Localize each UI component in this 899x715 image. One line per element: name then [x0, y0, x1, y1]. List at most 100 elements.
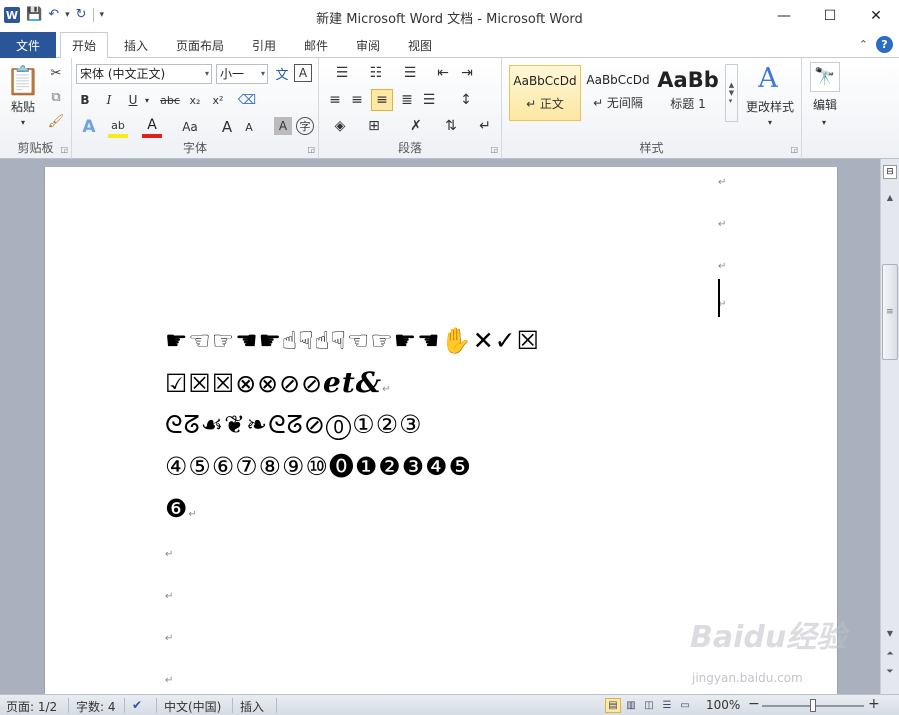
underline-dropdown-icon[interactable]: ▾ [142, 91, 152, 109]
font-color-icon[interactable]: A [142, 116, 162, 138]
change-case-button[interactable]: Aa [178, 116, 202, 138]
bold-button[interactable]: B [76, 91, 94, 109]
font-group-label: 字体 [182, 141, 207, 155]
minimize-button[interactable]: — [761, 0, 807, 32]
italic-button[interactable]: I [100, 91, 118, 109]
grow-font-button[interactable]: A [218, 116, 236, 138]
word-count[interactable]: 字数: 4 [76, 698, 116, 715]
sort-icon[interactable]: ⇅ [441, 116, 461, 136]
bullets-icon[interactable]: ☰ [327, 64, 357, 82]
view-ruler-icon[interactable]: ⊟ [883, 165, 897, 179]
font-name-combo[interactable]: 宋体 (中文正文) ▾ [76, 64, 212, 84]
styles-launcher-icon[interactable]: ◲ [790, 145, 798, 154]
copy-icon[interactable]: ⧉ [46, 88, 66, 106]
next-page-icon[interactable]: ⏷ [881, 667, 899, 677]
strikethrough-button[interactable]: abc [158, 91, 182, 109]
paragraph-mark: ↵ [165, 549, 174, 560]
tab-review[interactable]: 审阅 [348, 32, 388, 58]
find-icon[interactable]: 🔭 [810, 62, 840, 92]
help-icon[interactable]: ? [876, 36, 893, 53]
change-styles-button[interactable]: 更改样式 [742, 98, 798, 114]
borders-icon[interactable]: ⊞ [359, 116, 389, 136]
char-border-icon[interactable]: A [294, 64, 312, 82]
close-button[interactable]: ✕ [853, 0, 899, 32]
cut-icon[interactable]: ✂ [46, 64, 66, 82]
symbol-line-5[interactable]: ❻↵ [165, 493, 198, 531]
format-painter-icon[interactable]: 🖌 [46, 112, 66, 130]
zoom-in-button[interactable]: + [868, 696, 880, 712]
scroll-up-icon[interactable]: ▲ [881, 193, 899, 202]
shrink-font-button[interactable]: A [240, 116, 258, 138]
language-indicator[interactable]: 中文(中国) [164, 698, 221, 715]
font-size-dropdown-icon[interactable]: ▾ [261, 65, 265, 83]
tab-insert[interactable]: 插入 [114, 32, 158, 58]
symbol-line-2[interactable]: ☑☒☒⊗⊗⊘⊘et&↵ [165, 367, 391, 406]
web-layout-icon[interactable]: ◫ [641, 698, 657, 713]
symbol-line-3[interactable]: ᘓᘔ☙❦❧ᘓᘔ⊘⓪①②③ [165, 409, 423, 441]
show-marks-icon[interactable]: ↵ [475, 116, 495, 136]
shading-icon[interactable]: ◈ [325, 116, 355, 136]
paste-button[interactable]: 粘贴 [4, 98, 42, 114]
change-styles-dropdown-icon[interactable]: ▾ [764, 116, 776, 128]
tab-references[interactable]: 引用 [244, 32, 284, 58]
editing-dropdown-icon[interactable]: ▾ [818, 116, 830, 128]
increase-indent-icon[interactable]: ⇥ [457, 64, 477, 82]
outline-view-icon[interactable]: ☰ [659, 698, 675, 713]
align-left-icon[interactable]: ≡ [325, 90, 345, 110]
full-screen-reading-icon[interactable]: ▥ [623, 698, 639, 713]
line-spacing-icon[interactable]: ↕ [451, 90, 481, 110]
distributed-icon[interactable]: ☰ [419, 90, 439, 110]
print-layout-view-icon[interactable]: ▤ [605, 698, 621, 713]
justify-icon[interactable]: ≣ [397, 90, 417, 110]
font-size-combo[interactable]: 小一 ▾ [216, 64, 268, 84]
style-no-spacing[interactable]: AaBbCcDd ↵ 无间隔 [582, 65, 654, 121]
paragraph-launcher-icon[interactable]: ◲ [490, 145, 498, 154]
tab-page-layout[interactable]: 页面布局 [168, 32, 232, 58]
char-shading-icon[interactable]: A [274, 117, 292, 135]
clear-formatting-icon[interactable]: ⌫ [236, 90, 258, 110]
tab-mailings[interactable]: 邮件 [296, 32, 336, 58]
zoom-slider-handle[interactable] [810, 699, 816, 712]
tab-home[interactable]: 开始 [60, 32, 108, 59]
zoom-out-button[interactable]: − [748, 696, 760, 712]
paste-dropdown-icon[interactable]: ▾ [16, 116, 30, 128]
tab-view[interactable]: 视图 [400, 32, 440, 58]
highlight-icon[interactable]: ab [108, 116, 128, 138]
align-center-icon[interactable]: ≡ [347, 90, 367, 110]
font-launcher-icon[interactable]: ◲ [307, 145, 315, 154]
chinese-layout-icon[interactable]: ✗ [401, 116, 431, 136]
align-right-icon[interactable]: ≡ [371, 89, 393, 111]
minimize-ribbon-icon[interactable]: ⌃ [859, 38, 868, 51]
editing-button[interactable]: 编辑 [806, 96, 844, 112]
style-heading-1[interactable]: AaBb 标题 1 [655, 65, 721, 121]
numbering-icon[interactable]: ☷ [361, 64, 391, 82]
phonetic-guide-icon[interactable]: 文 [272, 63, 292, 83]
insert-mode[interactable]: 插入 [240, 698, 264, 715]
paragraph-mark: ↵ [718, 261, 727, 272]
symbol-line-4[interactable]: ④⑤⑥⑦⑧⑨⑩⓿❶❷❸❹❺ [165, 451, 472, 483]
proofing-icon[interactable]: ✔ [132, 698, 142, 712]
symbol-line-1[interactable]: ☛☜☞☚☛☝☟☝☟☜☞☛☚✋✕✓☒ [165, 325, 540, 357]
draft-view-icon[interactable]: ▭ [677, 698, 693, 713]
page-count[interactable]: 页面: 1/2 [6, 698, 57, 715]
font-name-dropdown-icon[interactable]: ▾ [205, 65, 209, 83]
style-normal[interactable]: AaBbCcDd ↵ 正文 [509, 65, 581, 121]
paste-icon[interactable]: 📋 [6, 62, 41, 98]
enclose-char-icon[interactable]: 字 [296, 117, 314, 135]
scroll-down-icon[interactable]: ▼ [881, 629, 899, 638]
maximize-button[interactable]: ☐ [807, 0, 853, 32]
change-styles-icon[interactable]: A [746, 62, 790, 94]
superscript-button[interactable]: x² [208, 91, 228, 109]
tab-file[interactable]: 文件 [0, 32, 56, 58]
text-effects-icon[interactable]: A [78, 116, 100, 138]
decrease-indent-icon[interactable]: ⇤ [433, 64, 453, 82]
scroll-thumb[interactable]: ≡ [882, 264, 898, 360]
multilevel-list-icon[interactable]: ☰ [395, 64, 425, 82]
clipboard-launcher-icon[interactable]: ◲ [60, 145, 68, 154]
subscript-button[interactable]: x₂ [185, 91, 205, 109]
zoom-level[interactable]: 100% [706, 698, 740, 712]
underline-button[interactable]: U [124, 91, 142, 109]
styles-gallery-scroll[interactable]: ▲ ▼ ▾ [725, 64, 738, 122]
vertical-scrollbar[interactable]: ⊟ ▲ ≡ ▼ ⏶ ⏷ [880, 159, 899, 694]
previous-page-icon[interactable]: ⏶ [881, 649, 899, 659]
